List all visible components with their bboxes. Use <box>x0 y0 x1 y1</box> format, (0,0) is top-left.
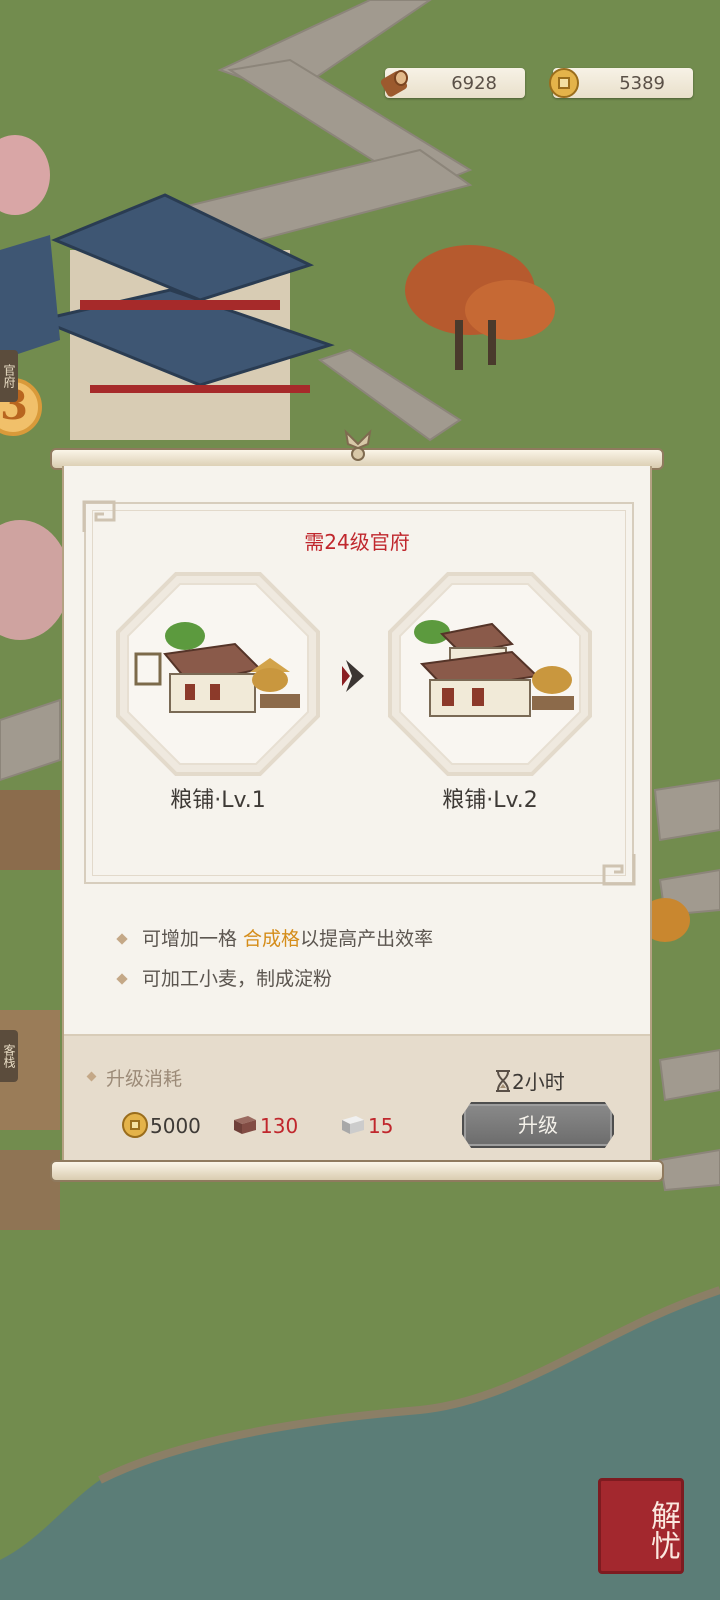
requirement-text: 需24级官府 <box>304 530 410 554</box>
cost-stone: 15 <box>338 1110 438 1144</box>
upgrade-time: 2小时 <box>494 1066 565 1095</box>
scroll-rod-bottom <box>50 1160 664 1182</box>
side-tab-kezhan[interactable]: 客栈 <box>0 1030 18 1082</box>
corner-ornament-icon <box>602 854 636 886</box>
jieyou-seal-button[interactable]: 解忧 <box>598 1478 684 1574</box>
bullet-diamond-icon <box>116 973 128 985</box>
upgrade-button[interactable]: 升级 <box>462 1102 614 1148</box>
side-tab-guanfu[interactable]: 官府 <box>0 350 18 402</box>
copper-coin-icon <box>549 68 579 98</box>
current-building-name: 粮铺·Lv.1 <box>170 788 266 813</box>
perk-highlight: 合成格 <box>243 928 301 950</box>
upgrade-cost-panel: 升级消耗 2小时 5000 130 15 升级 <box>64 1034 650 1166</box>
wood-resource[interactable]: 6928 <box>380 68 525 98</box>
cost-coin: 5000 <box>120 1110 220 1144</box>
scroll-knot-icon <box>344 429 372 461</box>
grain-shop-lv2-icon <box>414 620 574 717</box>
hourglass-icon <box>496 1070 510 1092</box>
next-building-name: 粮铺·Lv.2 <box>442 788 538 813</box>
copper-coin-icon <box>122 1112 148 1138</box>
upgrade-dialog: 需24级官府 粮铺·Lv.1 粮铺·Lv.2 可增加一格 合成格以提高产出效率 … <box>62 466 652 1166</box>
perk-item: 可加工小麦，制成淀粉 <box>116 964 433 1004</box>
coin-amount: 5389 <box>619 73 665 94</box>
perk-item: 可增加一格 合成格以提高产出效率 <box>116 924 433 964</box>
wood-log-icon <box>380 70 408 97</box>
arrow-right-icon <box>342 660 364 692</box>
cost-brick: 130 <box>230 1110 330 1144</box>
current-building-card <box>116 572 320 776</box>
perk-list: 可增加一格 合成格以提高产出效率 可加工小麦，制成淀粉 <box>116 924 433 1004</box>
next-building-card <box>388 572 592 776</box>
cost-title: 升级消耗 <box>86 1064 182 1091</box>
grain-shop-lv1-icon <box>134 622 300 713</box>
bullet-diamond-icon <box>86 1071 97 1082</box>
wood-amount: 6928 <box>451 73 497 94</box>
brick-icon <box>234 1116 256 1134</box>
coin-resource[interactable]: 5389 <box>549 68 693 98</box>
bullet-diamond-icon <box>116 933 128 945</box>
stone-block-icon <box>342 1116 364 1134</box>
